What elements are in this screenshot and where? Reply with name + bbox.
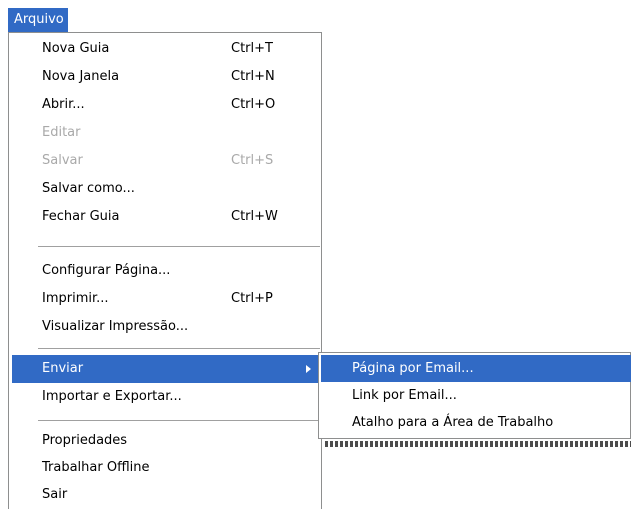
menu-item-sair[interactable]: Sair: [12, 481, 319, 509]
file-menu: Nova Guia Ctrl+T Nova Janela Ctrl+N Abri…: [8, 32, 322, 509]
menu-separator: [38, 348, 320, 349]
menu-item-importar-exportar[interactable]: Importar e Exportar...: [12, 383, 319, 411]
menu-item-propriedades[interactable]: Propriedades: [12, 427, 319, 455]
menu-item-shortcut: Ctrl+N: [231, 69, 275, 84]
menu-item-label: Nova Guia: [42, 41, 110, 56]
menu-item-configurar-pagina[interactable]: Configurar Página...: [12, 257, 319, 285]
submenu-arrow-icon: [306, 365, 311, 373]
menu-item-label: Fechar Guia: [42, 209, 120, 224]
enviar-submenu: Página por Email... Link por Email... At…: [318, 352, 631, 439]
submenu-item-link-por-email[interactable]: Link por Email...: [321, 382, 631, 409]
menu-separator: [38, 246, 320, 247]
menu-separator: [38, 420, 320, 421]
menu-item-label: Propriedades: [42, 433, 128, 448]
menu-item-enviar[interactable]: Enviar: [12, 355, 319, 383]
menu-item-label: Configurar Página...: [42, 263, 171, 278]
menu-item-visualizar-impressao[interactable]: Visualizar Impressão...: [12, 313, 319, 341]
menu-item-fechar-guia[interactable]: Fechar Guia Ctrl+W: [12, 203, 319, 231]
background-content: [325, 441, 631, 447]
menu-item-label: Salvar como...: [42, 181, 135, 196]
menu-item-editar: Editar: [12, 119, 319, 147]
menu-item-shortcut: Ctrl+O: [231, 97, 276, 112]
menu-item-shortcut: Ctrl+T: [231, 41, 273, 56]
menu-item-trabalhar-offline[interactable]: Trabalhar Offline: [12, 454, 319, 482]
menu-item-shortcut: Ctrl+P: [231, 291, 273, 306]
menu-item-label: Enviar: [42, 361, 84, 376]
menu-item-nova-guia[interactable]: Nova Guia Ctrl+T: [12, 35, 319, 63]
menu-item-label: Salvar: [42, 153, 83, 168]
menu-item-shortcut: Ctrl+S: [231, 153, 274, 168]
submenu-item-label: Página por Email...: [352, 361, 474, 376]
menu-item-nova-janela[interactable]: Nova Janela Ctrl+N: [12, 63, 319, 91]
menu-arquivo[interactable]: Arquivo: [8, 8, 68, 32]
menu-item-label: Trabalhar Offline: [42, 460, 150, 475]
menu-item-shortcut: Ctrl+W: [231, 209, 278, 224]
menu-item-label: Abrir...: [42, 97, 85, 112]
submenu-item-pagina-por-email[interactable]: Página por Email...: [321, 355, 631, 382]
submenu-item-label: Link por Email...: [352, 388, 457, 403]
menu-item-label: Sair: [42, 487, 68, 502]
menu-item-label: Visualizar Impressão...: [42, 319, 189, 334]
menu-item-label: Importar e Exportar...: [42, 389, 182, 404]
menu-item-label: Imprimir...: [42, 291, 109, 306]
submenu-item-label: Atalho para a Área de Trabalho: [352, 415, 554, 430]
menu-item-imprimir[interactable]: Imprimir... Ctrl+P: [12, 285, 319, 313]
menu-item-salvar: Salvar Ctrl+S: [12, 147, 319, 175]
menu-item-abrir[interactable]: Abrir... Ctrl+O: [12, 91, 319, 119]
submenu-item-atalho-area-trabalho[interactable]: Atalho para a Área de Trabalho: [321, 409, 631, 436]
menu-item-label: Nova Janela: [42, 69, 120, 84]
menu-item-label: Editar: [42, 125, 81, 140]
menu-item-salvar-como[interactable]: Salvar como...: [12, 175, 319, 203]
